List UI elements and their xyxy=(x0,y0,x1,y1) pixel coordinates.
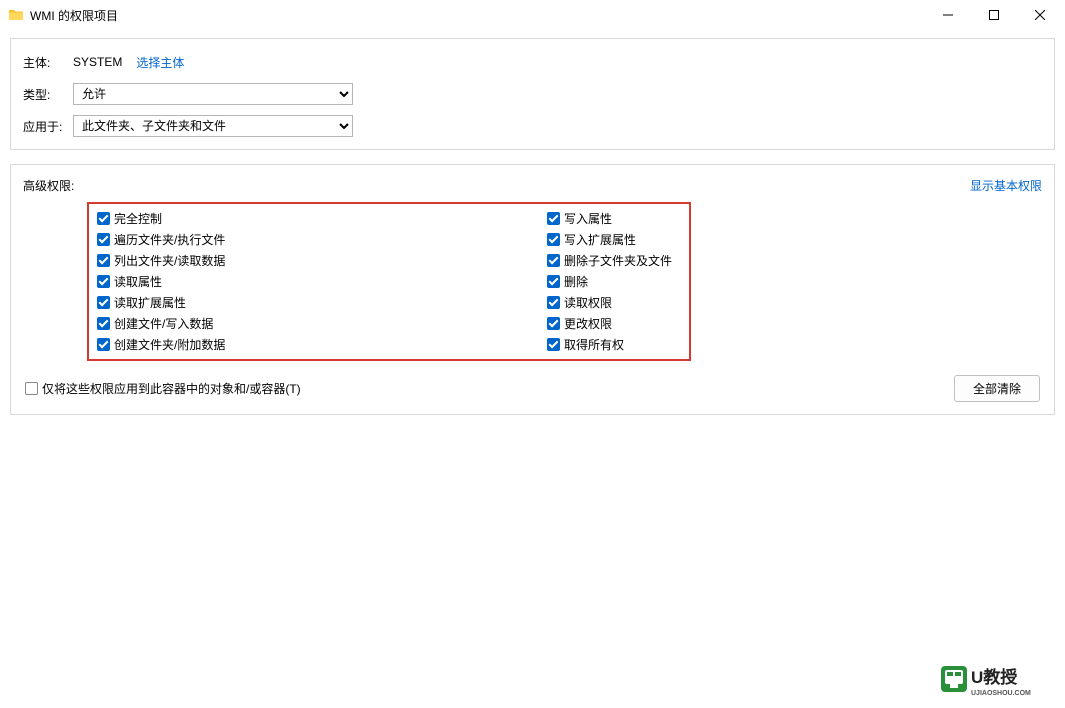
folder-icon xyxy=(8,7,24,23)
permission-label: 遍历文件夹/执行文件 xyxy=(114,231,225,248)
minimize-button[interactable] xyxy=(925,0,971,30)
permission-item: 完全控制 xyxy=(97,210,547,227)
content: 主体: SYSTEM 选择主体 类型: 允许 应用于: 此文件夹、子文件夹和文件… xyxy=(0,30,1065,437)
permissions-column-right: 写入属性写入扩展属性删除子文件夹及文件删除读取权限更改权限取得所有权 xyxy=(547,210,672,353)
permission-checkbox[interactable] xyxy=(97,212,110,225)
permission-label: 删除子文件夹及文件 xyxy=(564,252,672,269)
type-select[interactable]: 允许 xyxy=(73,83,353,105)
permission-checkbox[interactable] xyxy=(547,233,560,246)
permission-item: 创建文件夹/附加数据 xyxy=(97,336,547,353)
permission-item: 取得所有权 xyxy=(547,336,672,353)
permission-checkbox[interactable] xyxy=(547,275,560,288)
permission-label: 完全控制 xyxy=(114,210,162,227)
permission-label: 写入扩展属性 xyxy=(564,231,636,248)
permission-item: 遍历文件夹/执行文件 xyxy=(97,231,547,248)
permission-checkbox[interactable] xyxy=(97,254,110,267)
show-basic-permissions-link[interactable]: 显示基本权限 xyxy=(970,177,1042,194)
permission-checkbox[interactable] xyxy=(547,296,560,309)
permission-checkbox[interactable] xyxy=(97,317,110,330)
permission-item: 写入属性 xyxy=(547,210,672,227)
permissions-column-left: 完全控制遍历文件夹/执行文件列出文件夹/读取数据读取属性读取扩展属性创建文件/写… xyxy=(97,210,547,353)
applies-to-select[interactable]: 此文件夹、子文件夹和文件 xyxy=(73,115,353,137)
advanced-permissions-panel: 高级权限: 显示基本权限 完全控制遍历文件夹/执行文件列出文件夹/读取数据读取属… xyxy=(10,164,1055,415)
permission-item: 删除子文件夹及文件 xyxy=(547,252,672,269)
permission-checkbox[interactable] xyxy=(547,317,560,330)
permission-label: 读取权限 xyxy=(564,294,612,311)
permission-label: 读取属性 xyxy=(114,273,162,290)
close-button[interactable] xyxy=(1017,0,1063,30)
permission-label: 取得所有权 xyxy=(564,336,624,353)
principal-panel: 主体: SYSTEM 选择主体 类型: 允许 应用于: 此文件夹、子文件夹和文件 xyxy=(10,38,1055,150)
principal-value: SYSTEM xyxy=(73,55,122,69)
apply-only-label[interactable]: 仅将这些权限应用到此容器中的对象和/或容器(T) xyxy=(42,380,301,397)
permission-item: 删除 xyxy=(547,273,672,290)
svg-text:U教授: U教授 xyxy=(971,667,1018,687)
advanced-permissions-label: 高级权限: xyxy=(23,177,74,194)
permission-label: 创建文件/写入数据 xyxy=(114,315,213,332)
permission-checkbox[interactable] xyxy=(547,338,560,351)
clear-all-button[interactable]: 全部清除 xyxy=(954,375,1040,402)
permission-label: 列出文件夹/读取数据 xyxy=(114,252,225,269)
watermark: U教授 UJIAOSHOU.COM xyxy=(941,662,1059,702)
permission-label: 写入属性 xyxy=(564,210,612,227)
applies-to-label: 应用于: xyxy=(23,118,73,135)
permission-item: 列出文件夹/读取数据 xyxy=(97,252,547,269)
window-title: WMI 的权限项目 xyxy=(30,7,118,24)
permission-item: 读取扩展属性 xyxy=(97,294,547,311)
select-principal-link[interactable]: 选择主体 xyxy=(136,54,184,71)
permission-label: 创建文件夹/附加数据 xyxy=(114,336,225,353)
permission-item: 写入扩展属性 xyxy=(547,231,672,248)
permission-item: 创建文件/写入数据 xyxy=(97,315,547,332)
permission-checkbox[interactable] xyxy=(547,212,560,225)
permission-item: 更改权限 xyxy=(547,315,672,332)
principal-label: 主体: xyxy=(23,54,73,71)
permission-checkbox[interactable] xyxy=(97,296,110,309)
window-controls xyxy=(925,0,1063,30)
maximize-button[interactable] xyxy=(971,0,1017,30)
permission-checkbox[interactable] xyxy=(97,233,110,246)
permission-checkbox[interactable] xyxy=(97,338,110,351)
permission-label: 更改权限 xyxy=(564,315,612,332)
svg-text:UJIAOSHOU.COM: UJIAOSHOU.COM xyxy=(971,690,1031,697)
permissions-highlight-box: 完全控制遍历文件夹/执行文件列出文件夹/读取数据读取属性读取扩展属性创建文件/写… xyxy=(87,202,691,361)
permission-checkbox[interactable] xyxy=(97,275,110,288)
permission-label: 删除 xyxy=(564,273,588,290)
type-label: 类型: xyxy=(23,86,73,103)
permission-label: 读取扩展属性 xyxy=(114,294,186,311)
apply-only-checkbox[interactable] xyxy=(25,382,38,395)
permission-item: 读取权限 xyxy=(547,294,672,311)
permission-checkbox[interactable] xyxy=(547,254,560,267)
permission-item: 读取属性 xyxy=(97,273,547,290)
titlebar: WMI 的权限项目 xyxy=(0,0,1065,30)
